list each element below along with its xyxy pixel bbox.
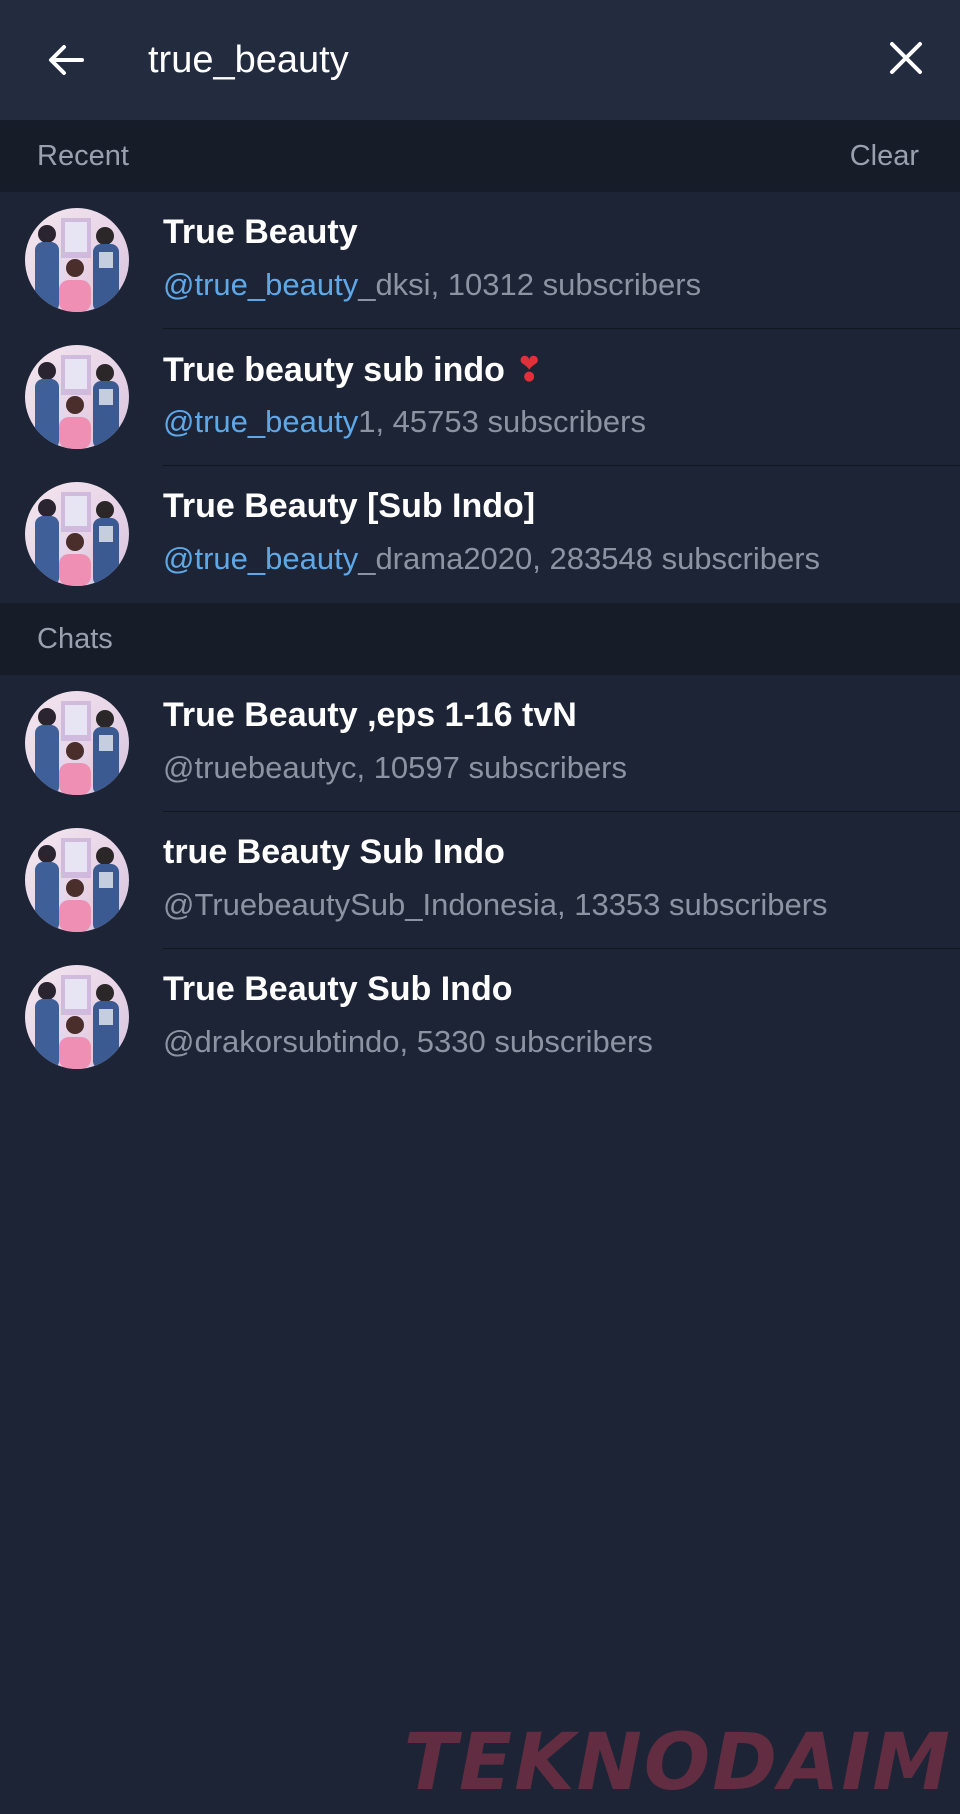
recent-item[interactable]: True beauty sub indo ❣ @true_beauty1, 457… — [0, 329, 960, 466]
chat-subtitle: @true_beauty1, 45753 subscribers — [163, 404, 646, 439]
recent-item[interactable]: True Beauty @true_beauty_dksi, 10312 sub… — [0, 192, 960, 329]
chat-title: true Beauty Sub Indo — [163, 833, 505, 871]
chats-section-header: Chats — [0, 603, 960, 675]
arrow-left-icon — [49, 45, 84, 75]
chat-subtitle: @TruebeautySub_Indonesia, 13353 subscrib… — [163, 887, 828, 922]
chat-item[interactable]: true Beauty Sub Indo @TruebeautySub_Indo… — [0, 812, 960, 949]
heart-emoji: ❣ — [514, 351, 544, 389]
chat-subtitle: @true_beauty_dksi, 10312 subscribers — [163, 267, 702, 302]
search-header — [0, 0, 960, 120]
watermark-logo: TEKNODAIM — [403, 1718, 952, 1808]
chat-subtitle: @true_beauty_drama2020, 283548 subscribe… — [163, 541, 821, 576]
chat-title: True Beauty ,eps 1-16 tvN — [163, 696, 577, 734]
recent-section-header: Recent Clear — [0, 120, 960, 192]
close-icon — [890, 42, 922, 74]
search-input[interactable] — [148, 28, 848, 92]
chat-title: True Beauty Sub Indo — [163, 970, 513, 1008]
avatar — [25, 965, 129, 1069]
avatar — [25, 828, 129, 932]
chats-section-title: Chats — [37, 623, 113, 655]
chat-title: True Beauty — [163, 213, 358, 251]
chat-item[interactable]: True Beauty Sub Indo @drakorsubtindo, 53… — [0, 949, 960, 1086]
avatar — [25, 208, 129, 312]
chat-title: True Beauty [Sub Indo] — [163, 487, 536, 525]
avatar — [25, 482, 129, 586]
recent-item[interactable]: True Beauty [Sub Indo] @true_beauty_dram… — [0, 466, 960, 603]
recent-section-title: Recent — [37, 140, 129, 172]
chat-subtitle: @truebeautyc, 10597 subscribers — [163, 750, 628, 785]
clear-recent-button[interactable]: Clear — [850, 140, 919, 173]
chat-subtitle: @drakorsubtindo, 5330 subscribers — [163, 1024, 653, 1059]
back-button[interactable] — [36, 30, 96, 90]
chat-item[interactable]: True Beauty ,eps 1-16 tvN @truebeautyc, … — [0, 675, 960, 812]
avatar — [25, 691, 129, 795]
clear-search-button[interactable] — [876, 28, 936, 88]
chat-title: True beauty sub indo ❣ — [163, 351, 544, 389]
avatar — [25, 345, 129, 449]
